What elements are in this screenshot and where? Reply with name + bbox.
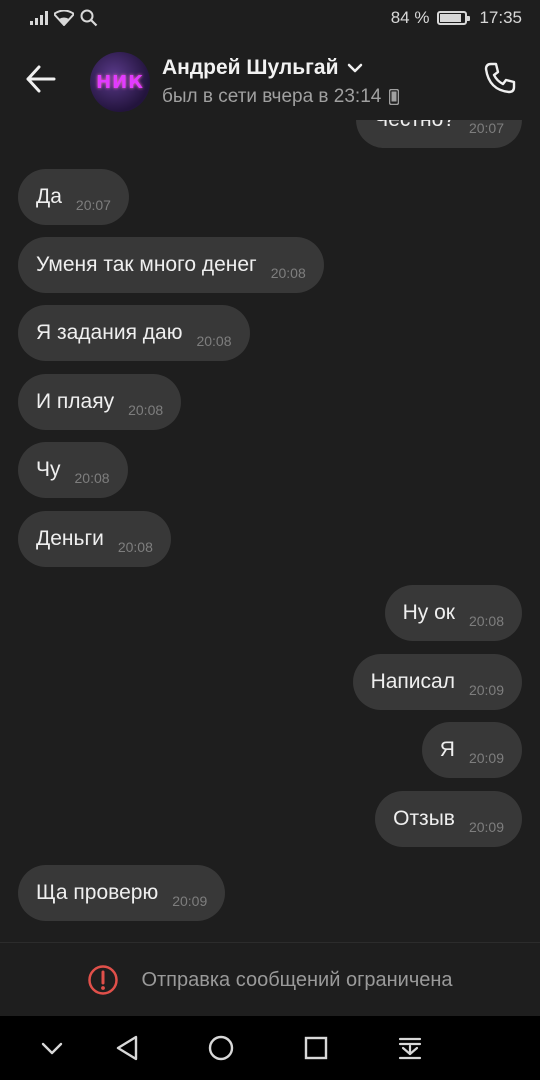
contact-name-row[interactable]: Андрей Шульгай <box>162 56 363 80</box>
system-nav-bar <box>0 1016 540 1080</box>
message-bubble-out[interactable]: Написал 20:09 <box>352 654 522 710</box>
message-bubble-in[interactable]: И плаяу 20:08 <box>18 374 182 430</box>
signal-icon <box>30 11 48 25</box>
message-text: Отзыв <box>393 807 455 830</box>
message-text: Да <box>36 185 62 208</box>
message-text: Я <box>439 738 455 761</box>
message-time: 20:08 <box>468 613 504 629</box>
status-bar: 84 % 17:35 <box>0 0 540 36</box>
contact-status-row: был в сети вчера в 23:14 <box>162 86 400 108</box>
message-bubble-in[interactable]: Ща проверю 20:09 <box>18 865 226 921</box>
message-text: Честно? <box>374 120 455 132</box>
chevron-down-icon <box>347 63 362 73</box>
back-arrow-icon[interactable] <box>24 62 58 96</box>
chat-header: НИК Андрей Шульгай был в сети вчера в 23… <box>0 36 540 120</box>
contact-name: Андрей Шульгай <box>162 56 339 79</box>
message-time: 20:08 <box>128 402 164 418</box>
message-time: 20:09 <box>172 893 208 909</box>
message-bubble-in[interactable]: Уменя так много денег 20:08 <box>18 237 324 293</box>
mobile-icon <box>389 89 400 105</box>
battery-percent: 84 % <box>390 8 430 27</box>
search-icon <box>80 9 98 27</box>
clock: 17:35 <box>479 8 522 27</box>
nav-home-icon[interactable] <box>207 1034 235 1062</box>
contact-status: был в сети вчера в 23:14 <box>162 86 382 107</box>
message-bubble-in[interactable]: Деньги 20:08 <box>18 511 171 567</box>
message-time: 20:08 <box>74 470 110 486</box>
message-list[interactable]: Честно? 20:07 Да 20:07 Уменя так много денег… <box>0 120 540 942</box>
message-time: 20:09 <box>468 750 504 766</box>
message-bubble-in[interactable]: Я задания даю 20:08 <box>18 305 250 361</box>
message-bubble-out[interactable]: Ну ок 20:08 <box>384 585 522 641</box>
message-text: Чу <box>36 458 61 481</box>
message-time: 20:08 <box>196 333 232 349</box>
message-time: 20:08 <box>270 265 306 281</box>
phone-icon[interactable] <box>482 60 518 96</box>
nav-down-icon[interactable] <box>38 1034 66 1062</box>
nav-back-icon[interactable] <box>114 1034 142 1062</box>
message-text: Написал <box>370 670 455 693</box>
message-text: Я задания даю <box>36 321 183 344</box>
message-text: Уменя так много денег <box>36 253 257 276</box>
battery-fill <box>440 14 461 22</box>
message-bubble-out[interactable]: Честно? 20:07 <box>356 120 522 148</box>
message-text: Ща проверю <box>36 881 159 904</box>
message-bubble-in[interactable]: Чу 20:08 <box>18 442 128 498</box>
restriction-text: Отправка сообщений ограничена <box>141 968 453 991</box>
message-time: 20:09 <box>468 682 504 698</box>
nav-notifications-icon[interactable] <box>396 1034 424 1062</box>
nav-recent-icon[interactable] <box>302 1034 330 1062</box>
status-right: 84 % 17:35 <box>391 8 522 28</box>
avatar-logo-text: НИК <box>96 71 144 93</box>
message-time: 20:07 <box>75 197 111 213</box>
avatar[interactable]: НИК <box>90 52 150 112</box>
message-time: 20:08 <box>117 539 153 555</box>
message-bubble-out[interactable]: Отзыв 20:09 <box>375 791 522 847</box>
message-time: 20:09 <box>468 819 504 835</box>
status-left <box>30 9 98 27</box>
message-bubble-in[interactable]: Да 20:07 <box>18 169 129 225</box>
message-text: Ну ок <box>402 601 455 624</box>
message-time: 20:07 <box>468 120 504 136</box>
message-bubble-out[interactable]: Я 20:09 <box>421 722 522 778</box>
battery-icon <box>437 11 471 25</box>
alert-icon <box>88 965 119 995</box>
message-text: Деньги <box>36 527 104 550</box>
restriction-bar: Отправка сообщений ограничена <box>0 942 540 1017</box>
message-text: И плаяу <box>36 390 115 413</box>
wifi-icon <box>54 10 74 26</box>
